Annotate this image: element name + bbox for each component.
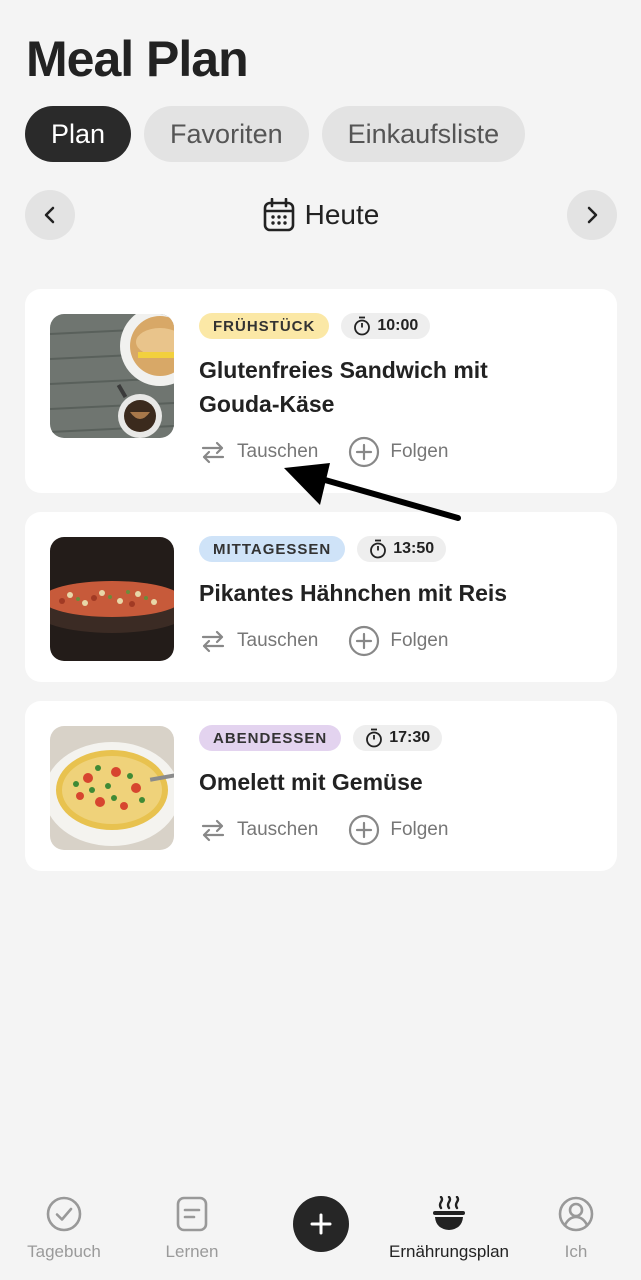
meal-card-dinner[interactable]: ABENDESSEN 17:30 Omelett mit Gemüse Taus… bbox=[25, 701, 617, 871]
meal-image-sandwich bbox=[50, 314, 174, 438]
meal-info: ABENDESSEN 17:30 Omelett mit Gemüse Taus… bbox=[199, 725, 597, 847]
bottom-navigation: Tagebuch Lernen Ernährungsplan Ich bbox=[0, 1180, 641, 1280]
check-circle-icon bbox=[44, 1194, 84, 1234]
meal-title[interactable]: Pikantes Hähnchen mit Reis bbox=[199, 576, 597, 610]
plus-icon bbox=[310, 1213, 332, 1235]
plus-circle-icon bbox=[349, 625, 380, 657]
meal-type-badge: MITTAGESSEN bbox=[199, 536, 346, 562]
swap-button[interactable]: Tauschen bbox=[199, 813, 318, 847]
meal-title[interactable]: Glutenfreies Sandwich mit Gouda-Käse bbox=[199, 353, 597, 421]
date-text: Heute bbox=[304, 199, 380, 230]
meal-image-chicken-rice bbox=[50, 537, 174, 661]
user-icon bbox=[556, 1194, 596, 1234]
stopwatch-icon bbox=[370, 539, 387, 559]
swap-icon bbox=[201, 819, 225, 842]
meal-time: 10:00 bbox=[377, 317, 419, 334]
meal-title-line: Omelett mit Gemüse bbox=[199, 769, 423, 795]
document-icon bbox=[172, 1194, 212, 1234]
follow-button[interactable]: Folgen bbox=[348, 813, 448, 847]
swap-icon bbox=[201, 630, 225, 653]
date-label[interactable]: Heute bbox=[25, 190, 617, 240]
plus-circle-icon bbox=[349, 814, 380, 846]
meal-card-lunch[interactable]: MITTAGESSEN 13:50 Pikantes Hähnchen mit … bbox=[25, 512, 617, 682]
meal-type-badge: FRÜHSTÜCK bbox=[199, 313, 330, 339]
tab-favoriten[interactable]: Favoriten bbox=[144, 106, 309, 162]
meal-type-badge: ABENDESSEN bbox=[199, 725, 342, 751]
nav-tagebuch[interactable]: Tagebuch bbox=[4, 1194, 124, 1262]
add-button[interactable] bbox=[293, 1196, 349, 1252]
nav-label: Ernährungsplan bbox=[388, 1242, 510, 1261]
swap-button[interactable]: Tauschen bbox=[199, 624, 318, 658]
next-day-button[interactable] bbox=[567, 190, 617, 240]
swap-icon bbox=[201, 441, 225, 464]
page-title: Meal Plan bbox=[26, 31, 249, 87]
meal-title[interactable]: Omelett mit Gemüse bbox=[199, 765, 597, 799]
swap-label: Tauschen bbox=[237, 630, 319, 651]
time-badge: 10:00 bbox=[341, 313, 431, 339]
annotation-arrow-icon bbox=[284, 463, 461, 521]
meal-title-line: Glutenfreies Sandwich mit bbox=[199, 357, 488, 383]
meal-title-line: Gouda-Käse bbox=[199, 391, 335, 417]
meal-time: 17:30 bbox=[389, 729, 431, 746]
date-navigation: Heute bbox=[25, 190, 617, 240]
meal-info: MITTAGESSEN 13:50 Pikantes Hähnchen mit … bbox=[199, 536, 597, 658]
nav-label: Tagebuch bbox=[27, 1242, 101, 1261]
follow-label: Folgen bbox=[390, 819, 449, 840]
calendar-icon bbox=[263, 198, 294, 232]
chevron-right-icon bbox=[587, 206, 598, 224]
meal-time: 13:50 bbox=[393, 540, 435, 557]
nav-label: Ich bbox=[564, 1242, 588, 1261]
follow-button[interactable]: Folgen bbox=[348, 624, 448, 658]
swap-label: Tauschen bbox=[237, 819, 319, 840]
tab-einkaufsliste[interactable]: Einkaufsliste bbox=[321, 106, 526, 162]
stopwatch-icon bbox=[354, 316, 371, 336]
nav-ernaehrungsplan[interactable]: Ernährungsplan bbox=[389, 1194, 509, 1262]
nav-ich[interactable]: Ich bbox=[516, 1194, 636, 1262]
follow-label: Folgen bbox=[390, 630, 449, 651]
tab-bar: Plan Favoriten Einkaufsliste bbox=[25, 106, 526, 162]
stopwatch-icon bbox=[366, 728, 383, 748]
meal-image-omelette bbox=[50, 726, 174, 850]
nav-label: Lernen bbox=[165, 1242, 219, 1261]
time-badge: 13:50 bbox=[357, 536, 447, 562]
bowl-icon bbox=[429, 1194, 469, 1234]
meal-info: FRÜHSTÜCK 10:00 Glutenfreies Sandwich mi… bbox=[199, 313, 597, 469]
meal-title-line: Pikantes Hähnchen mit Reis bbox=[199, 580, 508, 606]
nav-lernen[interactable]: Lernen bbox=[132, 1194, 252, 1262]
tab-plan[interactable]: Plan bbox=[25, 106, 132, 162]
time-badge: 17:30 bbox=[353, 725, 443, 751]
